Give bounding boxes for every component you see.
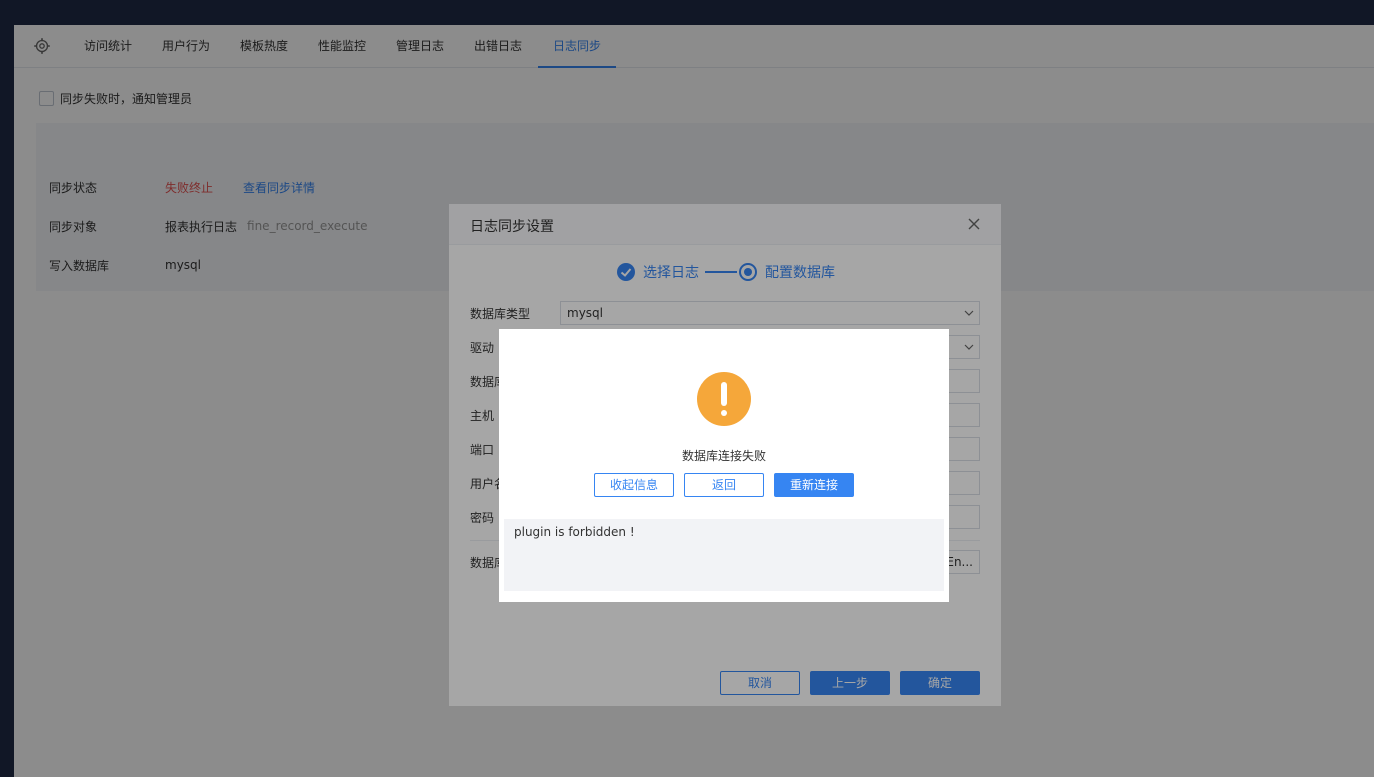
collapse-info-button[interactable]: 收起信息 [594, 473, 674, 497]
connection-failed-alert: 数据库连接失败 收起信息 返回 重新连接 plugin is forbidden… [499, 329, 949, 602]
warning-icon [697, 372, 751, 426]
alert-message: 数据库连接失败 [681, 449, 766, 463]
reconnect-button[interactable]: 重新连接 [774, 473, 854, 497]
back-button[interactable]: 返回 [684, 473, 764, 497]
error-detail-text: plugin is forbidden ! [514, 525, 635, 539]
error-detail: plugin is forbidden ! [504, 519, 944, 591]
